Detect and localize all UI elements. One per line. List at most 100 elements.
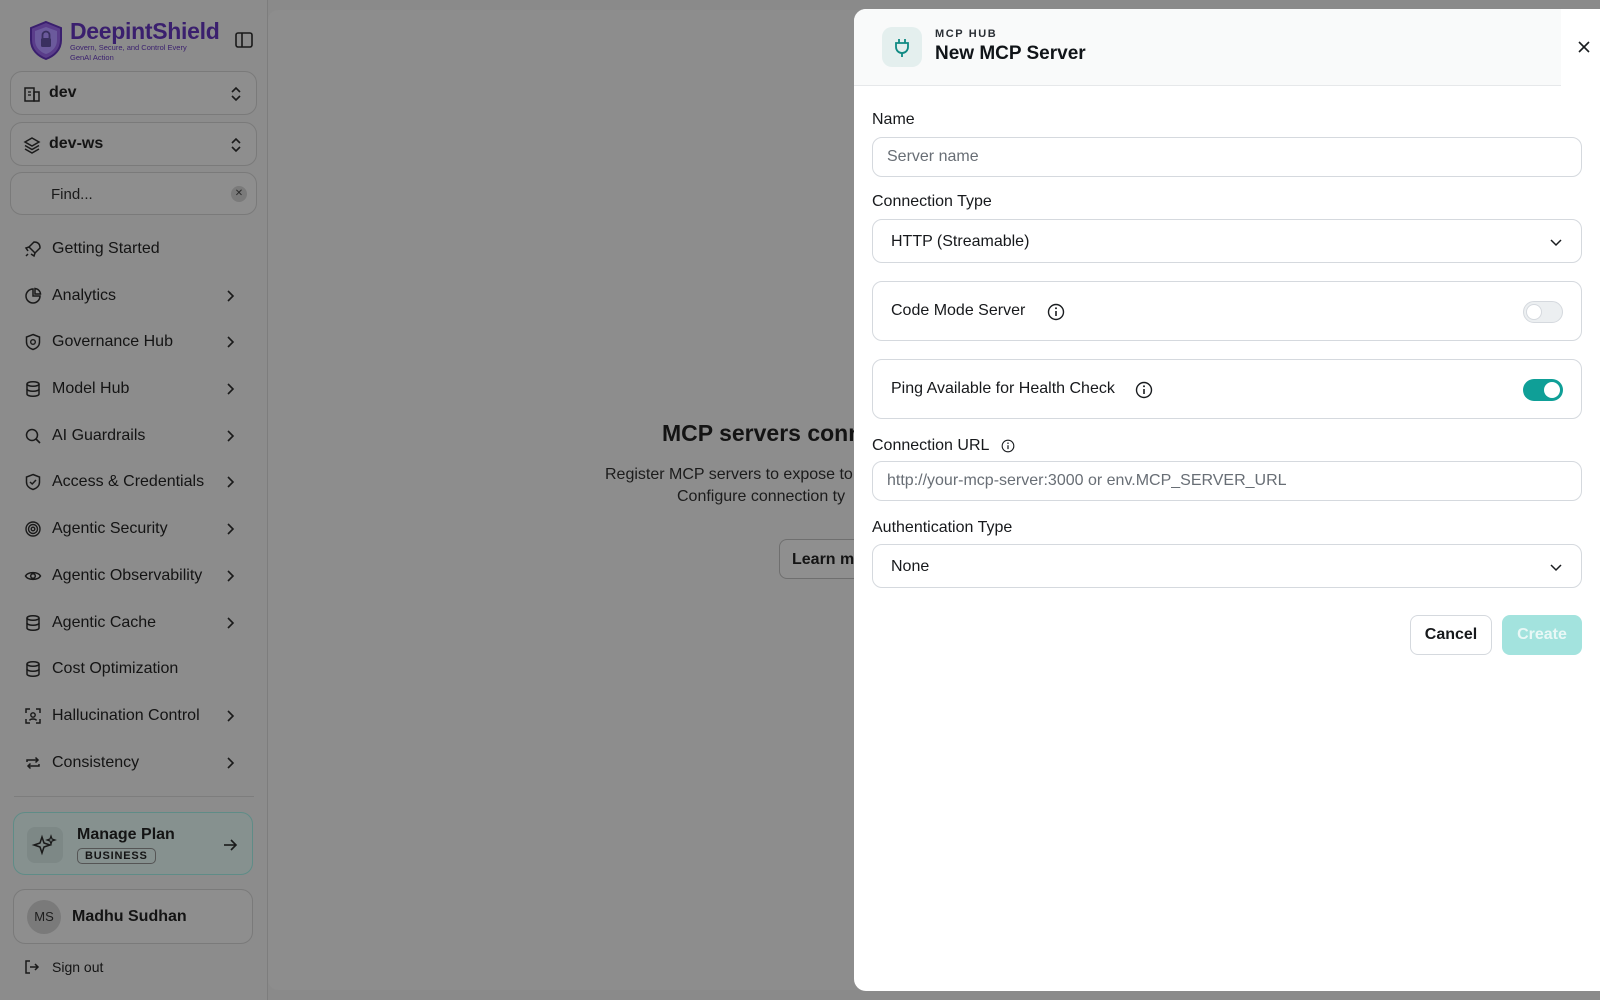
- code-mode-toggle[interactable]: [1523, 301, 1563, 323]
- sidebar-item-model-hub[interactable]: Model Hub: [14, 366, 254, 413]
- chevron-right-icon: [227, 570, 235, 582]
- name-label: Name: [872, 111, 915, 128]
- log-out-icon: [25, 960, 40, 974]
- connection-type-value: HTTP (Streamable): [891, 233, 1030, 250]
- shield-check-icon: [25, 474, 41, 491]
- new-mcp-server-drawer: MCP HUB New MCP Server Name Connection T…: [854, 9, 1600, 991]
- sidebar-item-label: Model Hub: [52, 380, 130, 398]
- sidebar-item-label: Cost Optimization: [52, 660, 179, 678]
- manage-plan-button[interactable]: Manage Plan BUSINESS: [13, 812, 253, 875]
- shield-gear-icon: [25, 334, 41, 351]
- sidebar-item-label: Agentic Security: [52, 520, 168, 538]
- drawer-header: MCP HUB New MCP Server: [854, 9, 1561, 86]
- sidebar-item-label: Consistency: [52, 753, 140, 771]
- sidebar-item-label: Agentic Cache: [52, 613, 157, 631]
- server-name-input[interactable]: [872, 137, 1582, 177]
- eye-icon: [24, 571, 42, 580]
- create-button[interactable]: Create: [1502, 615, 1582, 655]
- sidebar-item-access-credentials[interactable]: Access & Credentials: [14, 459, 254, 506]
- close-icon[interactable]: [1576, 39, 1592, 55]
- sign-out-label: Sign out: [52, 959, 104, 975]
- plug-icon: [882, 27, 922, 67]
- learn-more-label: Learn m: [792, 551, 855, 568]
- brand-name: DeepintShield: [70, 18, 220, 44]
- sidebar-item-label: Analytics: [52, 286, 117, 304]
- chevron-up-down-icon: [231, 86, 241, 102]
- info-icon[interactable]: [1001, 439, 1015, 453]
- authentication-type-value: None: [891, 558, 930, 575]
- chevron-right-icon: [227, 336, 235, 348]
- chevron-down-icon: [1550, 564, 1562, 572]
- drawer-eyebrow: MCP HUB: [935, 28, 998, 40]
- user-name: Madhu Sudhan: [72, 908, 187, 925]
- org-selector[interactable]: dev: [10, 71, 257, 115]
- sidebar-item-label: Governance Hub: [52, 333, 173, 351]
- find-input[interactable]: Find... ✕: [10, 172, 257, 215]
- org-selector-label: dev: [49, 84, 77, 101]
- workspace-selector-label: dev-ws: [49, 135, 104, 152]
- chevron-right-icon: [227, 430, 235, 442]
- connection-url-input[interactable]: [872, 461, 1582, 501]
- chevron-right-icon: [227, 476, 235, 489]
- sidebar-item-agentic-security[interactable]: Agentic Security: [14, 506, 254, 553]
- sidebar-item-hallucination-control[interactable]: Hallucination Control: [14, 693, 254, 740]
- layers-icon: [23, 137, 41, 154]
- chevron-up-down-icon: [231, 137, 241, 153]
- building-icon: [24, 87, 40, 102]
- empty-state-description-2: Configure connection ty: [677, 488, 846, 505]
- connection-type-select[interactable]: HTTP (Streamable): [872, 219, 1582, 263]
- workspace-selector[interactable]: dev-ws: [10, 122, 257, 166]
- sidebar-item-ai-guardrails[interactable]: AI Guardrails: [14, 413, 254, 460]
- arrow-right-icon: [224, 839, 238, 851]
- brand-logo[interactable]: DeepintShield Govern, Secure, and Contro…: [28, 16, 258, 64]
- database-icon: [26, 381, 40, 398]
- repeat-icon: [26, 756, 40, 769]
- sidebar-item-agentic-observability[interactable]: Agentic Observability: [14, 553, 254, 600]
- ping-health-check-label: Ping Available for Health Check: [891, 380, 1115, 397]
- user-profile[interactable]: MS Madhu Sudhan: [13, 889, 253, 944]
- database-icon: [26, 614, 40, 631]
- chevron-right-icon: [227, 710, 235, 722]
- clear-icon[interactable]: ✕: [231, 186, 247, 202]
- connection-type-label: Connection Type: [872, 193, 992, 210]
- rocket-icon: [24, 241, 41, 258]
- plan-title: Manage Plan: [77, 826, 175, 843]
- brand-tagline: Govern, Secure, and Control Every GenAI …: [70, 43, 187, 62]
- pie-chart-icon: [25, 287, 42, 304]
- sidebar-collapse-icon[interactable]: [234, 30, 254, 50]
- chevron-down-icon: [1550, 239, 1562, 247]
- find-label: Find...: [51, 186, 93, 203]
- fingerprint-icon: [25, 521, 41, 537]
- code-mode-server-label: Code Mode Server: [891, 302, 1026, 319]
- chevron-right-icon: [227, 290, 235, 302]
- scan-face-icon: [25, 708, 41, 724]
- authentication-type-select[interactable]: None: [872, 544, 1582, 588]
- sidebar-item-getting-started[interactable]: Getting Started: [14, 226, 254, 273]
- sidebar-item-consistency[interactable]: Consistency: [14, 740, 254, 787]
- toggle-knob: [1526, 304, 1542, 320]
- authentication-type-label: Authentication Type: [872, 519, 1013, 536]
- code-mode-server-card: Code Mode Server: [872, 281, 1582, 341]
- sidebar-item-governance-hub[interactable]: Governance Hub: [14, 319, 254, 366]
- ping-health-check-toggle[interactable]: [1523, 379, 1563, 401]
- sidebar-item-analytics[interactable]: Analytics: [14, 273, 254, 320]
- sidebar-item-label: Hallucination Control: [52, 706, 200, 724]
- search-icon: [25, 428, 41, 444]
- chevron-right-icon: [227, 756, 235, 769]
- sparkles-icon: [27, 827, 63, 863]
- sidebar-item-cost-optimization[interactable]: Cost Optimization: [14, 646, 254, 693]
- empty-state-description: Register MCP servers to expose to: [605, 466, 853, 483]
- info-icon[interactable]: [1135, 381, 1153, 399]
- sidebar-item-agentic-cache[interactable]: Agentic Cache: [14, 600, 254, 647]
- toggle-knob: [1544, 382, 1560, 398]
- cancel-button[interactable]: Cancel: [1410, 615, 1492, 655]
- empty-state-title: MCP servers conne: [662, 420, 876, 446]
- sidebar-item-label: Getting Started: [52, 240, 160, 257]
- chevron-right-icon: [227, 616, 235, 629]
- drawer-title: New MCP Server: [935, 43, 1086, 64]
- connection-url-label: Connection URL: [872, 437, 990, 454]
- chevron-right-icon: [227, 523, 235, 535]
- info-icon[interactable]: [1047, 303, 1065, 321]
- sidebar-item-label: Agentic Observability: [52, 566, 203, 584]
- ping-health-check-card: Ping Available for Health Check: [872, 359, 1582, 419]
